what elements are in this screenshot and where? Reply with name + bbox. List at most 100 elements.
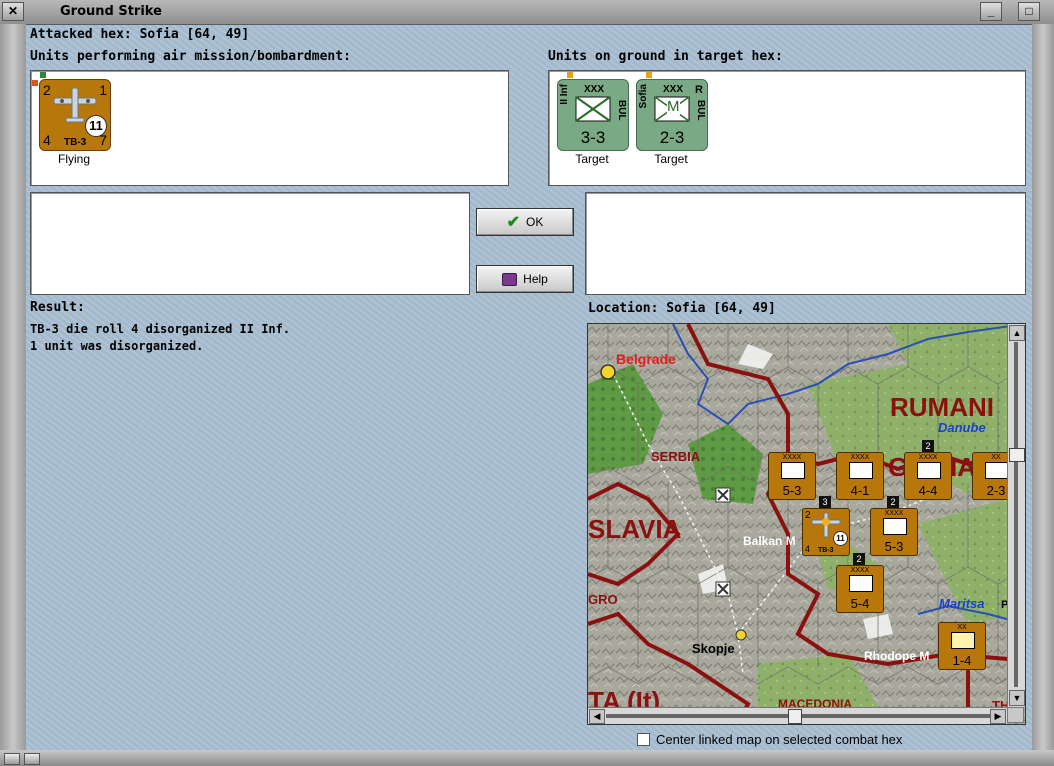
map-air-unit-name: TB-3 [818, 547, 834, 554]
result-line-2: 1 unit was disorganized. [30, 339, 204, 353]
air-unit-bottom-right: 7 [99, 132, 107, 148]
air-unit-status: Flying [57, 152, 90, 166]
air-details-panel [30, 192, 470, 295]
map-label-rhodope: Rhodope M [864, 649, 930, 663]
map-label-slavia: SLAVIA [588, 514, 682, 544]
map-unit-counter[interactable]: XXXX 5-4 [836, 565, 884, 613]
window-frame-right [1032, 24, 1054, 750]
resize-grip-icon[interactable] [24, 753, 40, 765]
infantry-icon [917, 462, 941, 479]
ground-unit-2-name: Sofia [638, 84, 649, 109]
center-map-checkbox[interactable] [637, 733, 650, 746]
ground-unit-2-status: Target [654, 152, 688, 166]
map-unit-counter[interactable]: XXXX 5-3 [768, 452, 816, 500]
center-map-checkbox-label: Center linked map on selected combat hex [656, 732, 903, 747]
ground-unit-2-nation: BUL [695, 100, 706, 121]
infantry-icon [575, 96, 611, 122]
ground-details-panel [585, 192, 1026, 295]
tactical-map[interactable]: Belgrade RUMANI Danube SERBIA SLAVIA Bal… [587, 323, 1026, 725]
window-title: Ground Strike [60, 4, 162, 19]
center-map-option[interactable]: Center linked map on selected combat hex [637, 732, 902, 747]
air-unit-name: TB-3 [64, 137, 87, 148]
scroll-thumb[interactable] [788, 709, 802, 724]
ground-units-label: Units on ground in target hex: [548, 49, 783, 64]
map-unit-counter[interactable]: XXXX 5-3 [870, 508, 918, 556]
infantry-icon [849, 462, 873, 479]
map-unit-size: XXXX [782, 454, 802, 461]
map-label-gro: GRO [588, 592, 618, 607]
map-label-belgrade: Belgrade [616, 351, 676, 367]
map-air-unit-top-left: 2 [805, 510, 811, 521]
unit-marker-icon [567, 72, 573, 78]
close-icon[interactable]: ✕ [2, 2, 24, 21]
ground-unit-1-combat: 3-3 [580, 128, 606, 147]
air-unit-top-left: 2 [43, 82, 51, 98]
map-unit-size: XXXX [850, 454, 870, 461]
map-unit-combat: 5-3 [782, 483, 802, 498]
unit-marker-icon [32, 80, 38, 86]
air-units-panel: 2 1 11 4 TB-3 7 Flying [30, 70, 509, 186]
ground-units-panel: II Inf XXX BUL 3-3 Target Sofia XXX R M … [548, 70, 1026, 186]
infantry-icon [781, 462, 805, 479]
map-unit-counter[interactable]: XXXX 4-4 [904, 452, 952, 500]
ground-unit-1-name: II Inf [559, 84, 570, 105]
ground-unit-1-status: Target [575, 152, 609, 166]
map-unit-size: XX [957, 624, 967, 631]
ground-unit-counter-2[interactable]: Sofia XXX R M BUL 2-3 [636, 79, 708, 151]
resize-grip-icon[interactable] [4, 753, 20, 765]
ground-unit-1-size: XXX [584, 84, 605, 95]
window-frame-bottom [0, 750, 1054, 766]
scroll-left-icon[interactable]: ◀ [589, 709, 605, 724]
map-unit-counter[interactable]: XXXX 4-1 [836, 452, 884, 500]
map-label-skopje: Skopje [692, 641, 735, 656]
ok-button[interactable]: ✔ OK [476, 208, 574, 236]
map-air-unit-counter[interactable]: 2 11 4 TB-3 [802, 508, 850, 556]
ground-unit-2-size: XXX [663, 84, 684, 95]
map-vertical-scrollbar[interactable]: ▲ ▼ [1007, 324, 1025, 707]
ground-unit-2-combat: 2-3 [659, 128, 685, 147]
stack-count-badge: 2 [922, 440, 934, 452]
stack-count-badge: 3 [819, 496, 831, 508]
help-button-label: Help [523, 272, 548, 286]
scroll-up-icon[interactable]: ▲ [1009, 325, 1025, 341]
air-units-label: Units performing air mission/bombardment… [30, 49, 351, 64]
map-unit-counter[interactable]: XX 1-4 [938, 622, 986, 670]
air-unit-top-right: 1 [99, 82, 107, 98]
location-label: Location: Sofia [64, 49] [588, 301, 776, 316]
map-air-unit-bottom-left: 4 [805, 544, 811, 554]
help-button[interactable]: Help [476, 265, 574, 293]
checkmark-icon: ✔ [506, 214, 521, 231]
maximize-icon[interactable]: □ [1018, 2, 1040, 21]
ok-button-label: OK [526, 215, 544, 229]
map-unit-size: XXXX [850, 567, 870, 574]
map-label-rumania: RUMANI [890, 392, 994, 422]
scroll-down-icon[interactable]: ▼ [1009, 690, 1025, 706]
unit-marker-icon [646, 72, 652, 78]
result-label: Result: [30, 300, 85, 315]
map-unit-size: XXXX [918, 454, 938, 461]
title-bar[interactable]: ✕ Ground Strike _ □ [0, 0, 1054, 25]
infantry-icon [985, 462, 1009, 479]
ground-unit-1-nation: BUL [616, 100, 627, 121]
unit-marker-icon [40, 72, 46, 78]
map-unit-combat: 4-4 [918, 483, 938, 498]
scroll-track [1014, 342, 1018, 687]
ground-unit-2-flag: R [695, 84, 703, 96]
map-horizontal-scrollbar[interactable]: ◀ ▶ [588, 707, 1007, 724]
minimize-icon[interactable]: _ [980, 2, 1002, 21]
map-label-balkan: Balkan M [743, 534, 796, 548]
map-unit-combat: 5-3 [884, 539, 904, 554]
stack-count-badge: 2 [853, 553, 865, 565]
infantry-icon [849, 575, 873, 592]
scroll-thumb[interactable] [1009, 448, 1025, 462]
scroll-right-icon[interactable]: ▶ [990, 709, 1006, 724]
air-unit-bottom-left: 4 [43, 132, 51, 148]
stack-count-badge: 2 [887, 496, 899, 508]
ground-unit-counter-1[interactable]: II Inf XXX BUL 3-3 [557, 79, 629, 151]
book-icon [502, 272, 518, 286]
map-label-maritsa: Maritsa [939, 596, 985, 611]
map-label-serbia: SERBIA [651, 449, 701, 464]
map-unit-combat: 1-4 [952, 653, 972, 668]
infantry-icon [883, 518, 907, 535]
air-unit-counter[interactable]: 2 1 11 4 TB-3 7 [39, 79, 111, 151]
